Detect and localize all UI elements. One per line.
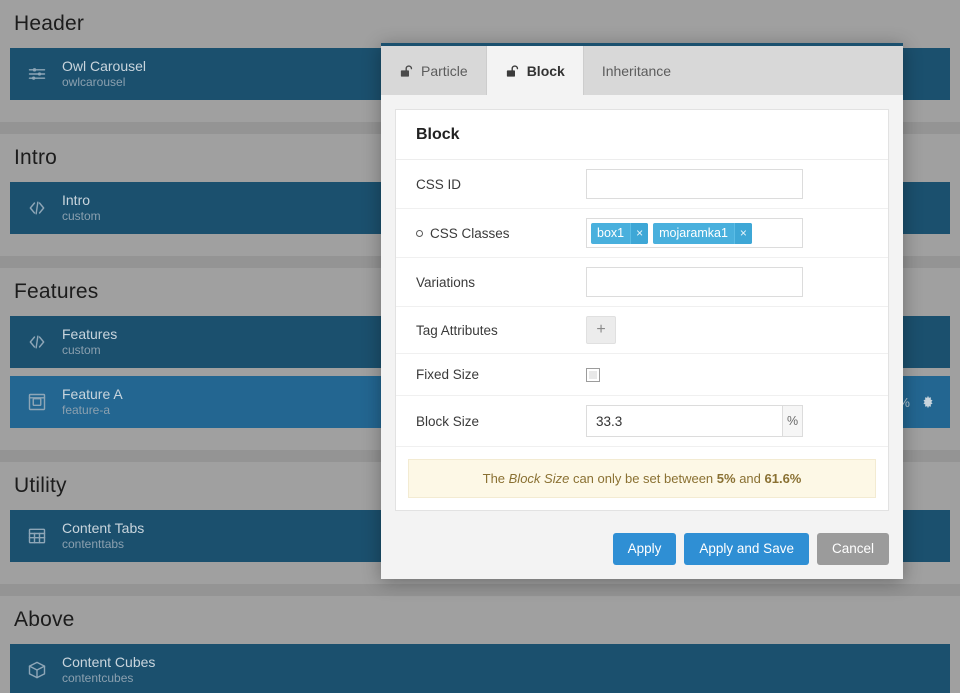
- css-id-control: [586, 169, 868, 199]
- block-title: Intro: [62, 191, 91, 208]
- block-text: Content Cubes contentcubes: [62, 654, 155, 687]
- settings-card: Block CSS ID CSS Classes box1 × mojaramka1…: [395, 109, 889, 511]
- block-title: Feature A: [62, 385, 123, 402]
- block-title: Content Tabs: [62, 519, 145, 536]
- css-classes-label-text: CSS Classes: [430, 225, 510, 241]
- fixed-size-control: [586, 367, 868, 382]
- block-size-control: %: [586, 405, 868, 437]
- notice-conjunction: and: [735, 471, 765, 486]
- notice-emphasis: Block Size: [508, 471, 570, 486]
- field-row-fixed-size: Fixed Size: [396, 354, 888, 396]
- css-class-chip-label: box1: [597, 226, 625, 240]
- block-text: Feature Afeature-a: [62, 386, 123, 419]
- tab-label: Inheritance: [601, 62, 672, 79]
- css-class-chip: mojaramka1 ×: [653, 222, 752, 244]
- table-icon: [24, 523, 50, 549]
- tab-block[interactable]: Block: [486, 46, 584, 95]
- tab-label: Particle: [421, 62, 468, 79]
- remove-chip-icon[interactable]: ×: [733, 222, 752, 244]
- fixed-size-checkbox[interactable]: [586, 367, 600, 382]
- variations-control: [586, 267, 868, 297]
- gear-icon[interactable]: [920, 394, 936, 410]
- fixed-size-label: Fixed Size: [416, 367, 480, 382]
- tab-label: Block: [526, 62, 565, 79]
- block-size-input-group: %: [586, 405, 803, 437]
- notice-min: 5%: [716, 471, 736, 486]
- block-subtitle: custom: [62, 342, 101, 357]
- block-size-unit: %: [782, 405, 803, 437]
- unlock-icon: [399, 64, 414, 78]
- modal-footer: Apply Apply and Save Cancel: [381, 523, 903, 579]
- field-row-tag-attributes: Tag Attributes +: [396, 307, 888, 354]
- modal-tabstrip: Particle Block Inheritance: [381, 43, 903, 95]
- tab-inheritance[interactable]: Inheritance: [583, 46, 690, 95]
- block-text: Intro custom: [62, 192, 101, 225]
- layout-block-row[interactable]: Content Cubes contentcubes: [10, 644, 950, 693]
- css-id-input[interactable]: [586, 169, 803, 199]
- sliders-icon: [24, 61, 50, 87]
- notice-prefix: The: [482, 471, 509, 486]
- variations-input[interactable]: [586, 267, 803, 297]
- code-icon: [24, 329, 50, 355]
- block-text: Features custom: [62, 326, 117, 359]
- frame-icon: [24, 389, 50, 415]
- apply-and-save-button[interactable]: Apply and Save: [684, 533, 809, 565]
- block-settings-modal: Particle Block Inheritance Block CSS ID CS…: [381, 43, 903, 579]
- css-classes-label: CSS Classes: [416, 226, 586, 241]
- cancel-button[interactable]: Cancel: [816, 533, 889, 565]
- inherit-marker-icon: [416, 229, 423, 237]
- block-subtitle: custom: [62, 208, 101, 223]
- block-text: Content Tabs contenttabs: [62, 520, 144, 553]
- block-subtitle: contentcubes: [62, 670, 134, 685]
- section-title: Above: [14, 608, 75, 631]
- block-subtitle: contenttabs: [62, 536, 125, 551]
- field-row-css-id: CSS ID: [396, 160, 888, 209]
- css-class-chip: box1 ×: [591, 222, 649, 244]
- field-row-block-size: Block Size %: [396, 396, 888, 447]
- apply-button[interactable]: Apply: [612, 533, 677, 565]
- notice-max: 61.6%: [764, 471, 802, 486]
- block-title: Owl Carousel: [62, 57, 147, 74]
- css-classes-chip-field[interactable]: box1 × mojaramka1 ×: [586, 218, 803, 248]
- block-title: Content Cubes: [62, 653, 156, 670]
- block-title: Features: [62, 325, 118, 342]
- tag-attributes-label: Tag Attributes: [416, 322, 498, 338]
- notice-middle: can only be set between: [569, 471, 717, 486]
- css-classes-control: box1 × mojaramka1 ×: [586, 218, 868, 248]
- card-title: Block: [396, 110, 888, 160]
- block-size-range-notice: The Block Size can only be set between 5…: [408, 459, 876, 498]
- css-id-label: CSS ID: [416, 176, 462, 192]
- tag-attributes-control: +: [586, 316, 868, 344]
- tab-particle[interactable]: Particle: [381, 46, 487, 95]
- modal-body: Block CSS ID CSS Classes box1 × mojaramka1…: [381, 95, 903, 523]
- variations-label: Variations: [416, 274, 476, 290]
- add-tag-attribute-button[interactable]: +: [586, 316, 616, 344]
- cube-icon: [24, 657, 50, 683]
- css-class-chip-label: mojaramka1: [659, 226, 728, 240]
- unlock-icon: [505, 64, 520, 78]
- field-row-css-classes: CSS Classes box1 × mojaramka1 ×: [396, 209, 888, 258]
- block-size-label: Block Size: [416, 413, 480, 429]
- section-title: Header: [14, 12, 85, 35]
- block-text: Owl Carousel owlcarousel: [62, 58, 146, 91]
- code-icon: [24, 195, 50, 221]
- layout-section: Above Content Cubes contentcubes: [0, 596, 960, 693]
- block-subtitle: feature-a: [62, 402, 111, 417]
- remove-chip-icon[interactable]: ×: [630, 222, 649, 244]
- block-subtitle: owlcarousel: [62, 74, 126, 89]
- field-row-variations: Variations: [396, 258, 888, 307]
- block-size-input[interactable]: [586, 405, 782, 437]
